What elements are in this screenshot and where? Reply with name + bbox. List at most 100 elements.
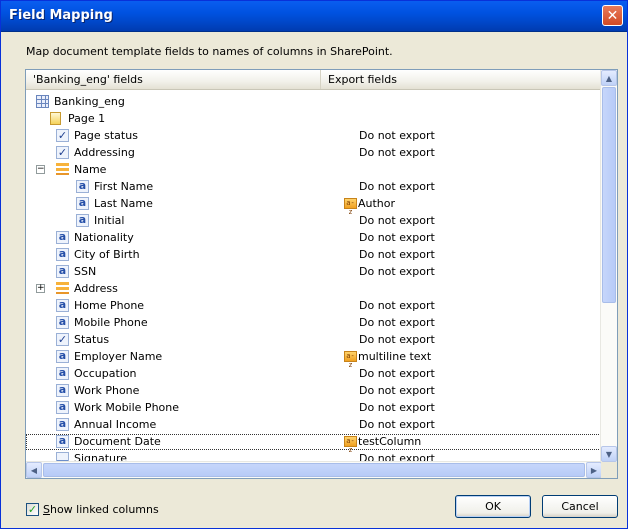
group-icon [56,282,69,294]
export-field-value[interactable]: Do not export [359,265,435,278]
close-button[interactable]: ✕ [602,5,623,26]
export-field-value[interactable]: Do not export [359,333,435,346]
text-field-icon: a [56,299,69,312]
scroll-up-button[interactable]: ▲ [601,70,617,86]
field-label: Occupation [74,367,137,380]
ok-button[interactable]: OK [455,495,531,518]
tree-row[interactable]: a Annual Income Do not export [26,417,601,433]
export-field-value[interactable]: Author [358,197,395,210]
text-field-icon: a [56,435,69,448]
scroll-left-button[interactable]: ◀ [26,462,42,478]
tree-row[interactable]: a Mobile Phone Do not export [26,315,601,331]
expand-icon[interactable]: + [36,284,45,293]
text-field-icon: a [56,248,69,261]
field-label: Last Name [94,197,153,210]
export-field-value[interactable]: Do not export [359,180,435,193]
export-field-value[interactable]: Do not export [359,129,435,142]
checkmark-icon: ✓ [27,503,38,516]
table-icon [36,95,49,108]
tree-row[interactable]: a Document Date a-z testColumn [26,434,601,454]
linked-column-icon: a-z [344,436,357,454]
text-field-icon: a [56,265,69,278]
collapse-icon[interactable]: − [36,165,45,174]
checkbox-field-icon: ✓ [56,129,69,142]
field-label: Work Mobile Phone [74,401,180,414]
export-field-value[interactable]: Do not export [359,299,435,312]
tree-row[interactable]: a Work Mobile Phone Do not export [26,400,601,416]
show-linked-label-text: how linked columns [49,503,159,516]
export-field-value[interactable]: Do not export [359,384,435,397]
field-label: Nationality [74,231,134,244]
horizontal-scroll-thumb[interactable] [43,463,585,477]
fields-column-header[interactable]: 'Banking_eng' fields [26,70,321,89]
field-label: First Name [94,180,154,193]
tree-row[interactable]: ✓ Addressing Do not export [26,145,601,161]
checkbox-field-icon: ✓ [56,333,69,346]
field-label: Name [74,163,107,176]
tree-row[interactable]: a Home Phone Do not export [26,298,601,314]
field-label: Address [74,282,118,295]
tree-row[interactable]: a Last Name a-z Author [26,196,601,216]
field-label: Document Date [74,435,161,448]
tree-row[interactable]: Banking_eng [26,94,601,110]
tree-row[interactable]: a Initial Do not export [26,213,601,229]
show-linked-label-accesskey: S [43,503,50,516]
scroll-right-button[interactable]: ▶ [586,462,602,478]
arrow-left-icon: ◀ [30,465,38,475]
tree-row[interactable]: −Page 1 [26,111,601,127]
close-icon: ✕ [606,7,619,24]
field-label: Mobile Phone [74,316,148,329]
title-bar[interactable]: Field Mapping ✕ [1,1,627,32]
tree-row[interactable]: a City of Birth Do not export [26,247,601,263]
export-field-value[interactable]: Do not export [359,248,435,261]
tree-row[interactable]: ✓ Status Do not export [26,332,601,348]
text-field-icon: a [56,418,69,431]
field-label: Work Phone [74,384,140,397]
field-mapping-list[interactable]: 'Banking_eng' fields Export fields Banki… [25,69,618,479]
vertical-scrollbar[interactable]: ▲ ▼ [600,70,617,462]
tree-row[interactable]: ✓ Page status Do not export [26,128,601,144]
field-label: Page status [74,129,138,142]
field-label: SSN [74,265,97,278]
show-linked-checkbox[interactable]: ✓ [26,503,39,516]
field-label: City of Birth [74,248,140,261]
arrow-down-icon: ▼ [605,449,613,459]
text-field-icon: a [56,231,69,244]
scroll-down-button[interactable]: ▼ [601,446,617,462]
tree-row[interactable]: a SSN Do not export [26,264,601,280]
text-field-icon: a [56,350,69,363]
text-field-icon: a [76,197,89,210]
tree-row[interactable]: a Occupation Do not export [26,366,601,382]
text-field-icon: a [56,401,69,414]
arrow-right-icon: ▶ [590,465,598,475]
export-field-value[interactable]: Do not export [359,418,435,431]
export-field-value[interactable]: Do not export [359,231,435,244]
tree-row[interactable]: + Address [26,281,601,297]
horizontal-scrollbar[interactable]: ◀ ▶ [26,461,602,478]
export-field-value[interactable]: Do not export [359,401,435,414]
checkbox-field-icon: ✓ [56,146,69,159]
column-header: 'Banking_eng' fields Export fields [26,70,602,90]
tree-row[interactable]: − Name [26,162,601,178]
tree-row[interactable]: a Work Phone Do not export [26,383,601,399]
export-field-value[interactable]: Do not export [359,316,435,329]
vertical-scroll-thumb[interactable] [602,87,616,303]
export-column-header[interactable]: Export fields [321,70,602,89]
export-field-value[interactable]: Do not export [359,367,435,380]
show-linked-label[interactable]: Show linked columns [43,503,159,516]
text-field-icon: a [56,367,69,380]
tree-row[interactable]: a First Name Do not export [26,179,601,195]
export-field-value[interactable]: multiline text [358,350,431,363]
field-label: Initial [94,214,125,227]
tree-row[interactable]: a Employer Name a-z multiline text [26,349,601,369]
field-label: Banking_eng [54,95,125,108]
export-field-value[interactable]: Do not export [359,214,435,227]
tree-row[interactable]: a Nationality Do not export [26,230,601,246]
cancel-button[interactable]: Cancel [542,495,618,518]
field-label: Employer Name [74,350,163,363]
export-field-value[interactable]: testColumn [358,435,421,448]
text-field-icon: a [76,180,89,193]
field-label: Annual Income [74,418,157,431]
export-field-value[interactable]: Do not export [359,146,435,159]
dialog-title: Field Mapping [9,8,113,23]
